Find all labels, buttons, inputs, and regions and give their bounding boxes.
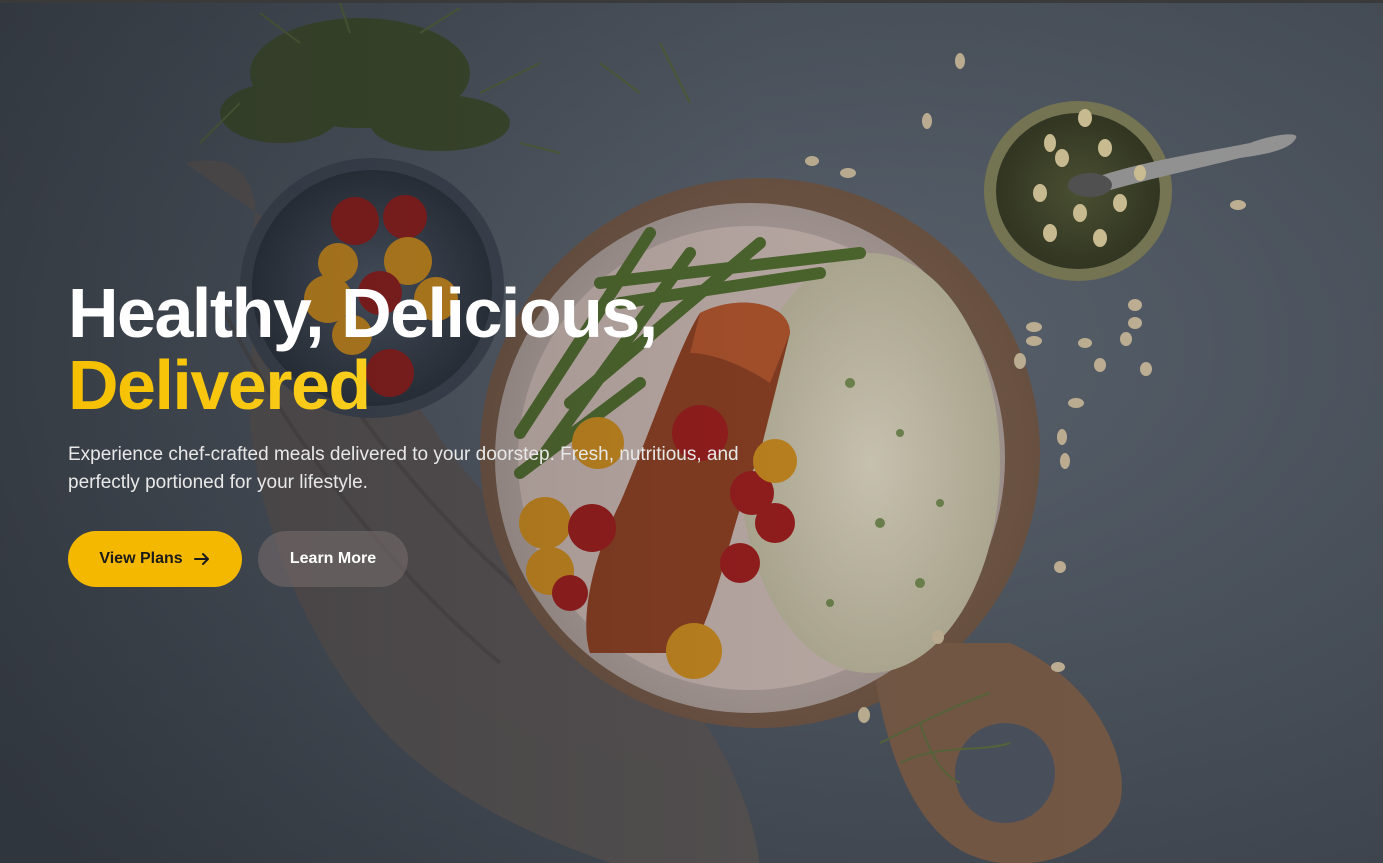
- hero-title-highlight: Delivered: [68, 349, 828, 421]
- hero-subtitle: Experience chef-crafted meals delivered …: [68, 444, 739, 493]
- arrow-right-icon: [193, 550, 211, 568]
- hero-section: Healthy, Delicious, Delivered Experience…: [0, 0, 1383, 863]
- view-plans-label: View Plans: [99, 550, 183, 567]
- learn-more-label: Learn More: [289, 550, 377, 567]
- view-plans-button[interactable]: View Plans: [68, 531, 242, 587]
- hero-actions: View Plans Learn More: [68, 531, 828, 587]
- learn-more-button[interactable]: Learn More: [258, 531, 408, 587]
- hero-title-line1: Healthy, Delicious,: [68, 274, 658, 352]
- hero-content: Healthy, Delicious, Delivered Experience…: [68, 277, 828, 587]
- hero-title: Healthy, Delicious, Delivered: [68, 277, 828, 421]
